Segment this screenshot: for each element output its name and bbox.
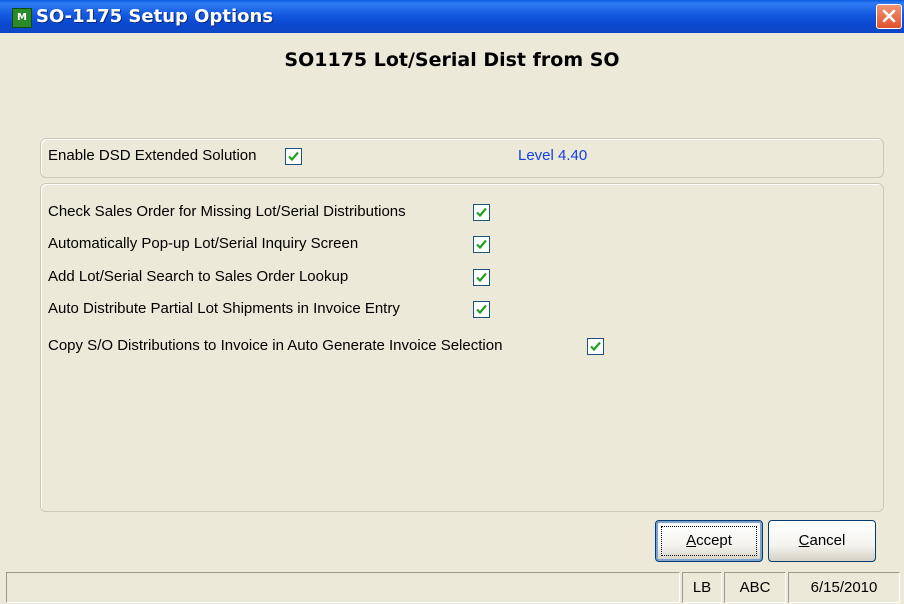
cancel-hotkey: C (798, 532, 810, 549)
option-label: Add Lot/Serial Search to Sales Order Loo… (48, 268, 349, 285)
option-label: Check Sales Order for Missing Lot/Serial… (48, 203, 406, 220)
status-bar: LB ABC 6/15/2010 (0, 572, 904, 604)
app-icon: M (12, 8, 32, 28)
cancel-button[interactable]: Cancel (768, 520, 876, 562)
option-checkbox-popup-inquiry[interactable] (473, 236, 490, 253)
cancel-label: ancel (809, 532, 846, 549)
checkmark-icon (476, 207, 487, 218)
option-label: Copy S/O Distributions to Invoice in Aut… (48, 337, 503, 354)
enable-extended-checkbox[interactable] (285, 148, 302, 165)
checkmark-icon (476, 272, 487, 283)
level-label: Level 4.40 (518, 147, 588, 164)
enable-extended-label: Enable DSD Extended Solution (48, 147, 257, 164)
option-checkbox-auto-distribute[interactable] (473, 301, 490, 318)
status-company: ABC (724, 572, 786, 603)
status-user: LB (682, 572, 722, 603)
checkmark-icon (476, 239, 487, 250)
setup-options-window: M SO-1175 Setup Options SO1175 Lot/Seria… (0, 0, 904, 604)
status-message-pane (6, 572, 680, 603)
title-bar[interactable]: M SO-1175 Setup Options (0, 0, 904, 33)
option-checkbox-copy-distributions[interactable] (587, 338, 604, 355)
option-label: Automatically Pop-up Lot/Serial Inquiry … (48, 235, 359, 252)
option-checkbox-missing-distributions[interactable] (473, 204, 490, 221)
checkmark-icon (476, 304, 487, 315)
status-date: 6/15/2010 (788, 572, 900, 603)
close-icon (882, 9, 896, 23)
close-button[interactable] (876, 4, 902, 29)
option-checkbox-search-lookup[interactable] (473, 269, 490, 286)
checkmark-icon (288, 151, 299, 162)
focus-rectangle (661, 526, 757, 556)
window-title: SO-1175 Setup Options (36, 6, 274, 27)
checkmark-icon (590, 341, 601, 352)
option-label: Auto Distribute Partial Lot Shipments in… (48, 300, 400, 317)
page-heading: SO1175 Lot/Serial Dist from SO (284, 49, 620, 71)
accept-button[interactable]: Accept (655, 520, 763, 562)
